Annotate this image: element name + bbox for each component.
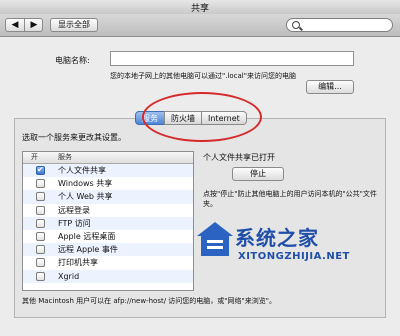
- service-label: 远程 Apple 事件: [58, 245, 118, 255]
- service-checkbox[interactable]: [36, 192, 45, 202]
- service-label: 个人 Web 共享: [58, 192, 113, 202]
- list-item[interactable]: Apple 远程桌面: [23, 230, 193, 243]
- service-checkbox[interactable]: [36, 165, 45, 175]
- service-checkbox[interactable]: [36, 231, 45, 241]
- edit-button[interactable]: 编辑...: [306, 80, 354, 94]
- computer-name-label: 电脑名称:: [55, 56, 90, 65]
- stop-note: 点按"停止"防止其他电脑上的用户访问本机的"公共"文件夹。: [203, 190, 377, 208]
- services-footer: 其他 Macintosh 用户可以在 afp://new-host/ 访问您的电…: [22, 297, 276, 305]
- list-item[interactable]: 个人文件共享: [23, 164, 193, 178]
- computer-name-hint: 您的本地子网上的其他电脑可以通过".local"来访问您的电脑: [110, 72, 296, 80]
- search-icon: [292, 21, 300, 29]
- services-list[interactable]: 开 服务 个人文件共享 Windows 共享个人 Web 共享远程登录 FTP 访问…: [22, 151, 194, 291]
- service-status: 个人文件共享已打开: [203, 153, 275, 162]
- service-label: Xgrid: [58, 271, 80, 281]
- watermark-logo: 系统之家 XITONGZHIJIA.NET: [195, 216, 375, 276]
- column-service[interactable]: 服务: [58, 152, 72, 163]
- list-item[interactable]: 远程登录: [23, 204, 193, 217]
- show-all-button[interactable]: 显示全部: [50, 18, 98, 32]
- watermark-text-en: XITONGZHIJIA.NET: [238, 251, 350, 262]
- window-title: 共享: [190, 4, 209, 14]
- list-header: 开 服务: [23, 152, 193, 164]
- search-input[interactable]: [286, 18, 393, 32]
- service-label: FTP 访问: [58, 218, 91, 228]
- service-label: Windows 共享: [58, 179, 113, 189]
- service-checkbox[interactable]: [36, 271, 45, 281]
- list-item[interactable]: 打印机共享: [23, 256, 193, 269]
- house-logo-icon: [197, 222, 233, 256]
- service-label: 远程登录: [58, 205, 90, 215]
- service-label: 个人文件共享: [58, 166, 106, 175]
- computer-name-field[interactable]: [110, 51, 354, 66]
- column-on[interactable]: 开: [31, 152, 38, 163]
- toolbar: ◀ ▶ 显示全部: [0, 14, 400, 37]
- service-label: Apple 远程桌面: [58, 231, 116, 241]
- service-checkbox[interactable]: [36, 205, 45, 215]
- red-annotation-circle: [142, 92, 262, 142]
- services-instruction: 选取一个服务来更改其设置。: [22, 133, 126, 142]
- list-item[interactable]: 个人 Web 共享: [23, 190, 193, 204]
- nav-segment: ◀ ▶: [5, 18, 43, 32]
- service-checkbox[interactable]: [36, 218, 45, 228]
- forward-icon[interactable]: ▶: [25, 19, 43, 31]
- service-checkbox[interactable]: [36, 258, 45, 268]
- back-icon[interactable]: ◀: [6, 19, 25, 31]
- window-titlebar: 共享: [0, 0, 400, 15]
- list-item[interactable]: Xgrid: [23, 269, 193, 283]
- list-item[interactable]: Windows 共享: [23, 177, 193, 190]
- service-checkbox[interactable]: [36, 179, 45, 189]
- service-label: 打印机共享: [58, 258, 98, 268]
- stop-button[interactable]: 停止: [232, 167, 284, 181]
- list-item[interactable]: FTP 访问: [23, 216, 193, 230]
- watermark-text-cn: 系统之家: [235, 226, 319, 250]
- list-item[interactable]: 远程 Apple 事件: [23, 243, 193, 257]
- service-checkbox[interactable]: [36, 245, 45, 255]
